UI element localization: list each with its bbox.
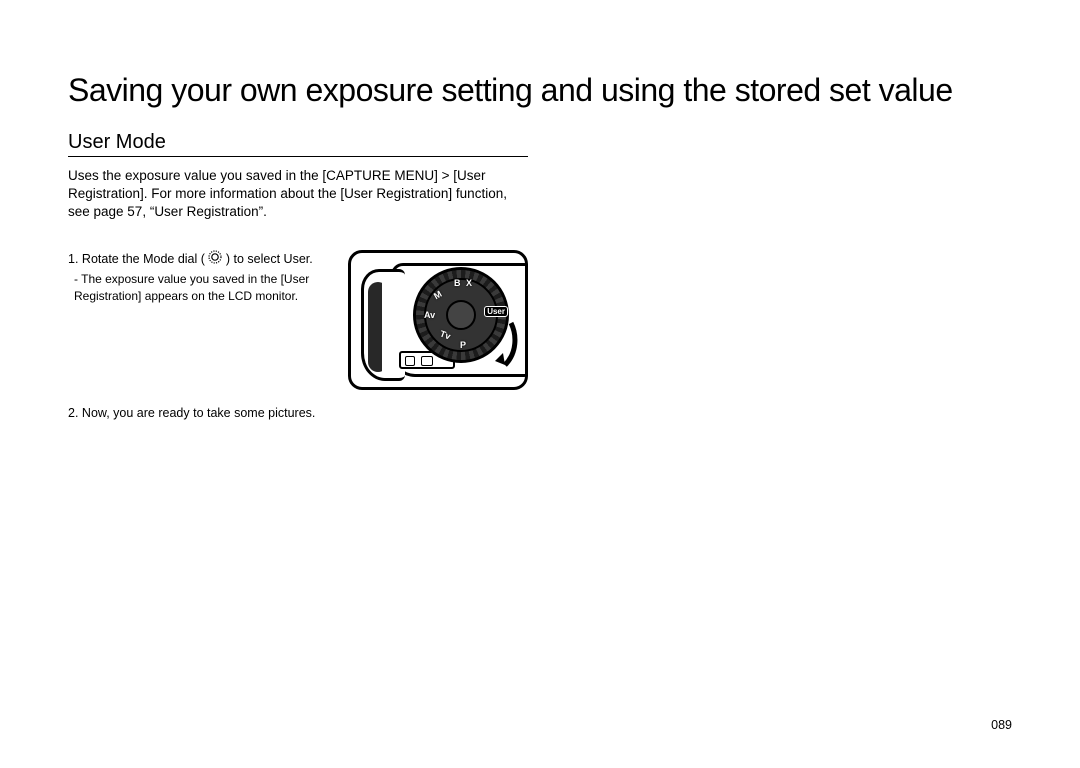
dial-label-b: B: [454, 278, 461, 288]
dial-label-av: Av: [424, 310, 435, 320]
step-1-main-b: ) to select User.: [226, 252, 313, 266]
dial-center: [446, 300, 476, 330]
step-1: 1. Rotate the Mode dial ( ) to select Us…: [68, 250, 528, 390]
step-1-sub: - The exposure value you saved in the [U…: [68, 271, 338, 305]
step-1-number: 1.: [68, 252, 78, 266]
grip-shading: [368, 282, 388, 372]
step-2-text: Now, you are ready to take some pictures…: [82, 406, 315, 420]
mode-dial-inline-icon: [208, 250, 222, 270]
lcd-status-icon: [405, 356, 415, 366]
step-2-number: 2.: [68, 406, 78, 420]
steps-block: 1. Rotate the Mode dial ( ) to select Us…: [68, 250, 528, 420]
camera-body-illustration: User P Tv Av M B X: [361, 263, 528, 377]
rotate-arrow-icon: [485, 317, 519, 371]
dial-label-p: P: [460, 340, 466, 350]
figure-frame: User P Tv Av M B X: [348, 250, 528, 390]
intro-paragraph: Uses the exposure value you saved in the…: [68, 167, 528, 222]
manual-page: Saving your own exposure setting and usi…: [0, 0, 1080, 768]
mode-dial-figure: User P Tv Av M B X: [348, 250, 528, 390]
step-1-text: 1. Rotate the Mode dial ( ) to select Us…: [68, 250, 348, 305]
section-title-user-mode: User Mode: [68, 131, 528, 157]
step-1-main-a: Rotate the Mode dial (: [82, 252, 205, 266]
page-number: 089: [991, 718, 1012, 732]
dial-label-user: User: [484, 306, 508, 317]
lcd-status-icon: [421, 356, 433, 366]
page-headline: Saving your own exposure setting and usi…: [68, 72, 1012, 109]
step-2: 2. Now, you are ready to take some pictu…: [68, 406, 528, 420]
dial-label-x: X: [466, 278, 472, 288]
